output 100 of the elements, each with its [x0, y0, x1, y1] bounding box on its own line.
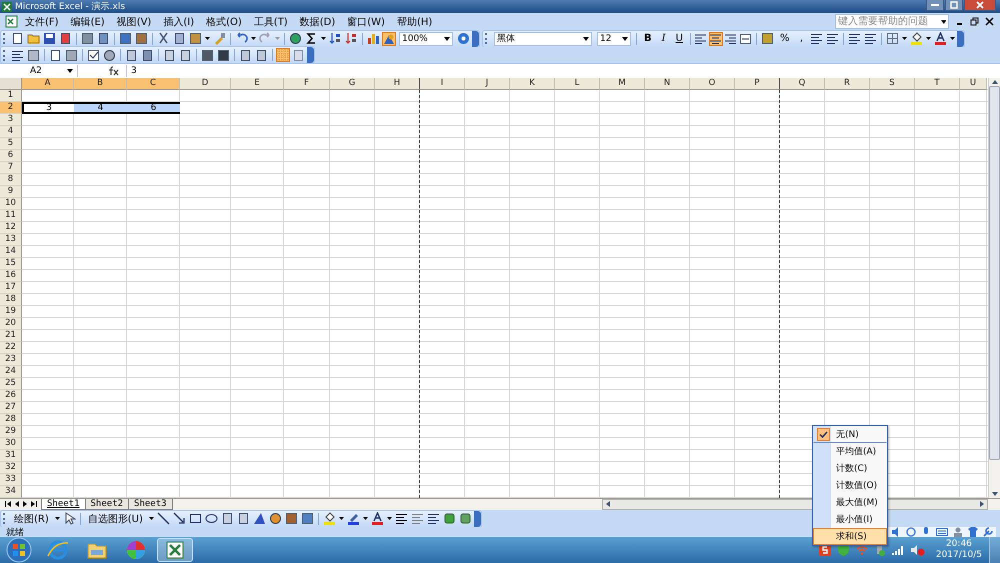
row-header[interactable]: 5	[0, 138, 22, 150]
menu-item[interactable]: 数据(D)	[294, 14, 342, 29]
minimize-button[interactable]	[926, 0, 944, 11]
workbook-icon[interactable]	[5, 15, 18, 28]
row-header[interactable]: 3	[0, 114, 22, 126]
column-header[interactable]: T	[915, 78, 960, 90]
caret-icon[interactable]	[321, 37, 326, 40]
scroll-right-icon[interactable]	[980, 501, 984, 508]
menu-item[interactable]: 视图(V)	[110, 14, 158, 29]
dropdown-caret-icon[interactable]	[67, 68, 73, 73]
toolbar-options-button[interactable]	[474, 510, 481, 526]
next-sheet-icon[interactable]	[23, 501, 27, 508]
row-header[interactable]: 6	[0, 150, 22, 162]
fill-color-icon[interactable]	[322, 512, 336, 525]
wrench-icon[interactable]	[983, 527, 993, 537]
row-header[interactable]: 2	[0, 102, 22, 114]
column-header[interactable]: O	[690, 78, 735, 90]
sort-ascending-icon[interactable]	[329, 32, 342, 46]
row-header[interactable]: 1	[0, 90, 22, 102]
last-sheet-icon[interactable]	[31, 501, 37, 508]
restore-button[interactable]	[945, 0, 963, 11]
row-header[interactable]: 18	[0, 294, 22, 306]
spreadsheet-app-button[interactable]	[157, 538, 193, 562]
borders-icon[interactable]	[886, 32, 900, 46]
formula-input[interactable]: 3	[126, 64, 1000, 77]
toolbar-options-button[interactable]	[472, 30, 479, 47]
clock-icon[interactable]	[906, 527, 916, 537]
sheet-tab[interactable]: Sheet3	[128, 498, 173, 510]
menu-item[interactable]: 插入(I)	[157, 14, 200, 29]
menu-item[interactable]: 编辑(E)	[64, 14, 111, 29]
row-header[interactable]: 12	[0, 222, 22, 234]
row-header[interactable]: 15	[0, 258, 22, 270]
caret-icon[interactable]	[148, 517, 154, 520]
row-header[interactable]: 11	[0, 210, 22, 222]
checkbox-icon[interactable]	[87, 48, 100, 62]
keyboard-icon[interactable]	[936, 527, 948, 537]
text-style-button[interactable]: U	[672, 32, 687, 46]
row-header[interactable]: 33	[0, 474, 22, 486]
font-dropdown[interactable]: 黑体	[494, 32, 592, 46]
microphone-icon[interactable]	[921, 527, 931, 537]
column-header[interactable]: L	[555, 78, 600, 90]
caret-icon[interactable]	[205, 37, 210, 40]
row-header[interactable]: 21	[0, 330, 22, 342]
diagram-icon[interactable]	[268, 512, 282, 525]
row-header[interactable]: 16	[0, 270, 22, 282]
row-header[interactable]: 26	[0, 390, 22, 402]
menu-item[interactable]: 最小值(I)	[813, 511, 887, 528]
print-preview-icon[interactable]	[97, 32, 110, 46]
sheet-tab[interactable]: Sheet2	[84, 498, 130, 510]
column-header[interactable]: U	[960, 78, 987, 90]
center-button[interactable]	[708, 32, 723, 46]
menu-item[interactable]: 求和(S)	[813, 528, 887, 545]
text-style-button[interactable]: B	[640, 32, 656, 46]
caret-icon[interactable]	[338, 517, 344, 520]
column-header[interactable]: E	[231, 78, 284, 90]
row-header[interactable]: 27	[0, 402, 22, 414]
previous-sheet-icon[interactable]	[15, 501, 19, 508]
column-header[interactable]: N	[645, 78, 690, 90]
column-header[interactable]: A	[22, 78, 74, 90]
column-header[interactable]: P	[735, 78, 780, 90]
column-header[interactable]: F	[284, 78, 330, 90]
caret-icon[interactable]	[950, 37, 956, 40]
column-header[interactable]: G	[330, 78, 375, 90]
row-header[interactable]: 9	[0, 186, 22, 198]
merge-center-button[interactable]	[738, 32, 753, 46]
row-header[interactable]: 30	[0, 438, 22, 450]
menu-item[interactable]: 文件(F)	[19, 14, 65, 29]
name-box[interactable]: A2	[0, 64, 78, 77]
line-color-icon[interactable]	[346, 512, 360, 525]
restore-icon[interactable]	[970, 17, 979, 26]
column-header[interactable]: Q	[780, 78, 825, 90]
sheet-tab[interactable]: Sheet1	[41, 498, 86, 510]
row-header[interactable]: 28	[0, 414, 22, 426]
row-header[interactable]: 31	[0, 450, 22, 462]
column-header[interactable]: R	[825, 78, 870, 90]
row-header[interactable]: 23	[0, 354, 22, 366]
number-format-button[interactable]: ,	[794, 32, 808, 46]
3d-icon[interactable]	[458, 512, 472, 525]
row-header[interactable]: 17	[0, 282, 22, 294]
row-header[interactable]: 22	[0, 342, 22, 354]
chart-icon[interactable]	[367, 32, 380, 46]
number-format-button[interactable]: %	[776, 32, 794, 46]
font-color-icon[interactable]	[934, 32, 948, 46]
font-color-icon[interactable]	[370, 512, 384, 525]
dropdown-caret-icon[interactable]	[583, 36, 589, 41]
start-button[interactable]	[6, 537, 32, 563]
signal-icon[interactable]	[892, 545, 904, 555]
column-header[interactable]: C	[127, 78, 180, 90]
close-button[interactable]	[964, 0, 996, 11]
open-folder-icon[interactable]	[27, 32, 40, 46]
row-header[interactable]: 20	[0, 318, 22, 330]
menu-item[interactable]: 工具(T)	[248, 14, 294, 29]
column-header[interactable]: D	[180, 78, 231, 90]
caret-icon[interactable]	[386, 517, 392, 520]
vertical-scrollbar[interactable]	[988, 78, 1000, 498]
row-header[interactable]: 4	[0, 126, 22, 138]
caret-icon[interactable]	[362, 517, 368, 520]
column-header[interactable]: M	[600, 78, 645, 90]
zoom-dropdown[interactable]: 100%	[399, 32, 453, 46]
help-icon[interactable]	[457, 32, 470, 46]
